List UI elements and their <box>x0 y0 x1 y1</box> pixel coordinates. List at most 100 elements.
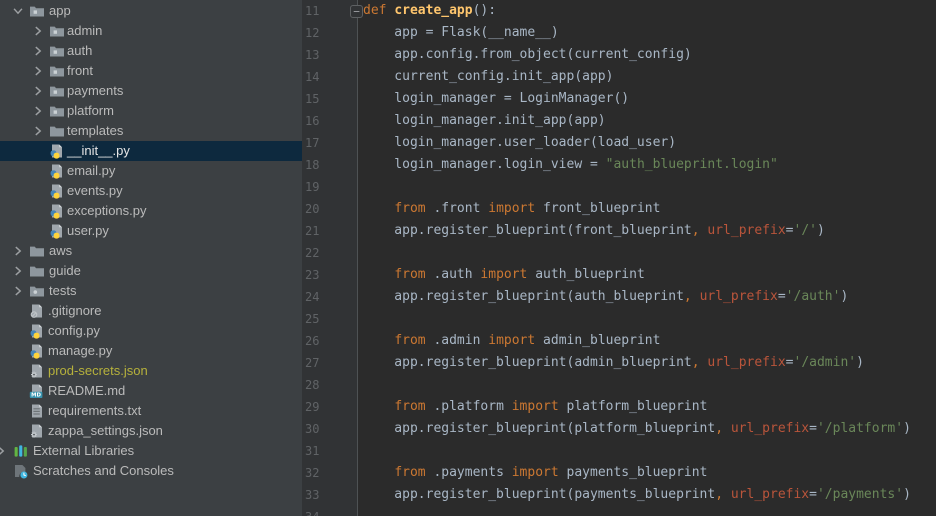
chevron-right-icon[interactable] <box>31 124 45 138</box>
tree-item-templates[interactable]: templates <box>0 121 302 141</box>
tree-item-prod-secrets-json[interactable]: prod-secrets.json <box>0 361 302 381</box>
tree-item-label: platform <box>67 103 114 118</box>
code-editor[interactable]: 11 12 13 14 15 16 17 18 19 20 21 22 23 24 25 26 27 28 29 30… <box>302 0 936 516</box>
code-line: app.register_blueprint(auth_blueprint, u… <box>363 289 849 304</box>
tree-item-label: README.md <box>48 383 126 398</box>
tree-item-email-py[interactable]: email.py <box>0 161 302 181</box>
code-area[interactable]: def create_app(): app = Flask(__name__) … <box>359 0 936 516</box>
code-line: login_manager.login_view = "auth_bluepri… <box>363 157 778 172</box>
editor-gutter[interactable]: 11 12 13 14 15 16 17 18 19 20 21 22 23 24 25 26 27 28 29 30… <box>302 0 363 516</box>
folder-package-icon <box>50 106 64 117</box>
tree-item-label: app <box>49 3 71 18</box>
chevron-right-icon[interactable] <box>11 284 25 298</box>
tree-item-label: External Libraries <box>33 443 135 458</box>
tree-item-label: admin <box>67 23 103 38</box>
folder-icon <box>30 266 44 277</box>
external-libraries-icon <box>14 445 27 457</box>
code-line: login_manager = LoginManager() <box>363 91 630 106</box>
code-line: login_manager.user_loader(load_user) <box>363 135 677 150</box>
chevron-right-icon[interactable] <box>31 64 45 78</box>
folder-package-icon <box>50 26 64 37</box>
tree-item-label: guide <box>49 263 81 278</box>
folder-icon <box>30 246 44 257</box>
tree-item--init-py[interactable]: __init__.py <box>0 141 302 161</box>
code-line: app = Flask(__name__) <box>363 25 559 40</box>
line-number: 17 <box>305 136 320 150</box>
tree-item-requirements-txt[interactable]: requirements.txt <box>0 401 302 421</box>
tree-item-app[interactable]: app <box>0 1 302 21</box>
line-number: 25 <box>305 312 320 326</box>
code-line: from .auth import auth_blueprint <box>394 267 645 282</box>
svg-text:MD: MD <box>31 393 41 399</box>
tree-item-auth[interactable]: auth <box>0 41 302 61</box>
tree-item-tests[interactable]: tests <box>0 281 302 301</box>
tree-item-label: Scratches and Consoles <box>33 463 174 478</box>
tree-item-external-libraries[interactable]: External Libraries <box>0 441 302 461</box>
tree-item-front[interactable]: front <box>0 61 302 81</box>
tree-item-label: zappa_settings.json <box>48 423 163 438</box>
tree-item-label: user.py <box>67 223 109 238</box>
tree-item-manage-py[interactable]: manage.py <box>0 341 302 361</box>
fold-collapse-icon[interactable] <box>350 5 363 18</box>
tree-item-config-py[interactable]: config.py <box>0 321 302 341</box>
chevron-right-icon[interactable] <box>31 24 45 38</box>
ide-window: app admin auth front payments platform templat… <box>0 0 936 516</box>
tree-item-guide[interactable]: guide <box>0 261 302 281</box>
line-number: 19 <box>305 180 320 194</box>
chevron-down-icon[interactable] <box>11 4 25 18</box>
code-line: app.register_blueprint(payments_blueprin… <box>363 487 911 502</box>
tree-item-label: config.py <box>48 323 101 338</box>
python-file-icon <box>30 324 42 339</box>
tree-item-admin[interactable]: admin <box>0 21 302 41</box>
tree-item-platform[interactable]: platform <box>0 101 302 121</box>
tree-item-zappa-settings-json[interactable]: zappa_settings.json <box>0 421 302 441</box>
code-line: def create_app(): <box>363 3 497 18</box>
line-number: 12 <box>305 26 320 40</box>
tree-item-label: __init__.py <box>67 143 130 158</box>
tree-item-label: prod-secrets.json <box>48 363 148 378</box>
tree-item-label: aws <box>49 243 73 258</box>
tree-item-label: payments <box>67 83 124 98</box>
tree-item-label: .gitignore <box>48 303 102 318</box>
line-number: 31 <box>305 444 320 458</box>
python-file-icon <box>30 344 42 359</box>
tree-item-events-py[interactable]: events.py <box>0 181 302 201</box>
line-number: 16 <box>305 114 320 128</box>
folder-package-icon <box>50 86 64 97</box>
chevron-right-icon[interactable] <box>31 84 45 98</box>
python-file-icon <box>50 224 62 239</box>
chevron-right-icon[interactable] <box>0 444 8 458</box>
line-number: 24 <box>305 290 320 304</box>
line-number: 33 <box>305 488 320 502</box>
python-file-icon <box>50 184 62 199</box>
tree-item-exceptions-py[interactable]: exceptions.py <box>0 201 302 221</box>
line-number: 32 <box>305 466 320 480</box>
tree-item-user-py[interactable]: user.py <box>0 221 302 241</box>
line-number: 15 <box>305 92 320 106</box>
tree-item-readme-md[interactable]: MD README.md <box>0 381 302 401</box>
tree-item-payments[interactable]: payments <box>0 81 302 101</box>
tree-item-label: auth <box>67 43 93 58</box>
chevron-right-icon[interactable] <box>31 44 45 58</box>
code-line: app.register_blueprint(admin_blueprint, … <box>363 355 864 370</box>
line-number: 28 <box>305 378 320 392</box>
code-line: from .admin import admin_blueprint <box>394 333 661 348</box>
tree-item-aws[interactable]: aws <box>0 241 302 261</box>
code-line: app.register_blueprint(platform_blueprin… <box>363 421 911 436</box>
folder-package-icon <box>50 46 64 57</box>
code-line: from .front import front_blueprint <box>394 201 661 216</box>
python-file-icon <box>50 144 62 159</box>
tree-item-scratches-and-consoles[interactable]: Scratches and Consoles <box>0 461 302 481</box>
project-tree-panel[interactable]: app admin auth front payments platform templat… <box>0 0 302 516</box>
code-line: current_config.init_app(app) <box>363 69 614 84</box>
tree-item--gitignore[interactable]: .gitignore <box>0 301 302 321</box>
chevron-right-icon[interactable] <box>11 264 25 278</box>
chevron-right-icon[interactable] <box>11 244 25 258</box>
chevron-right-icon[interactable] <box>31 104 45 118</box>
line-number: 23 <box>305 268 320 282</box>
